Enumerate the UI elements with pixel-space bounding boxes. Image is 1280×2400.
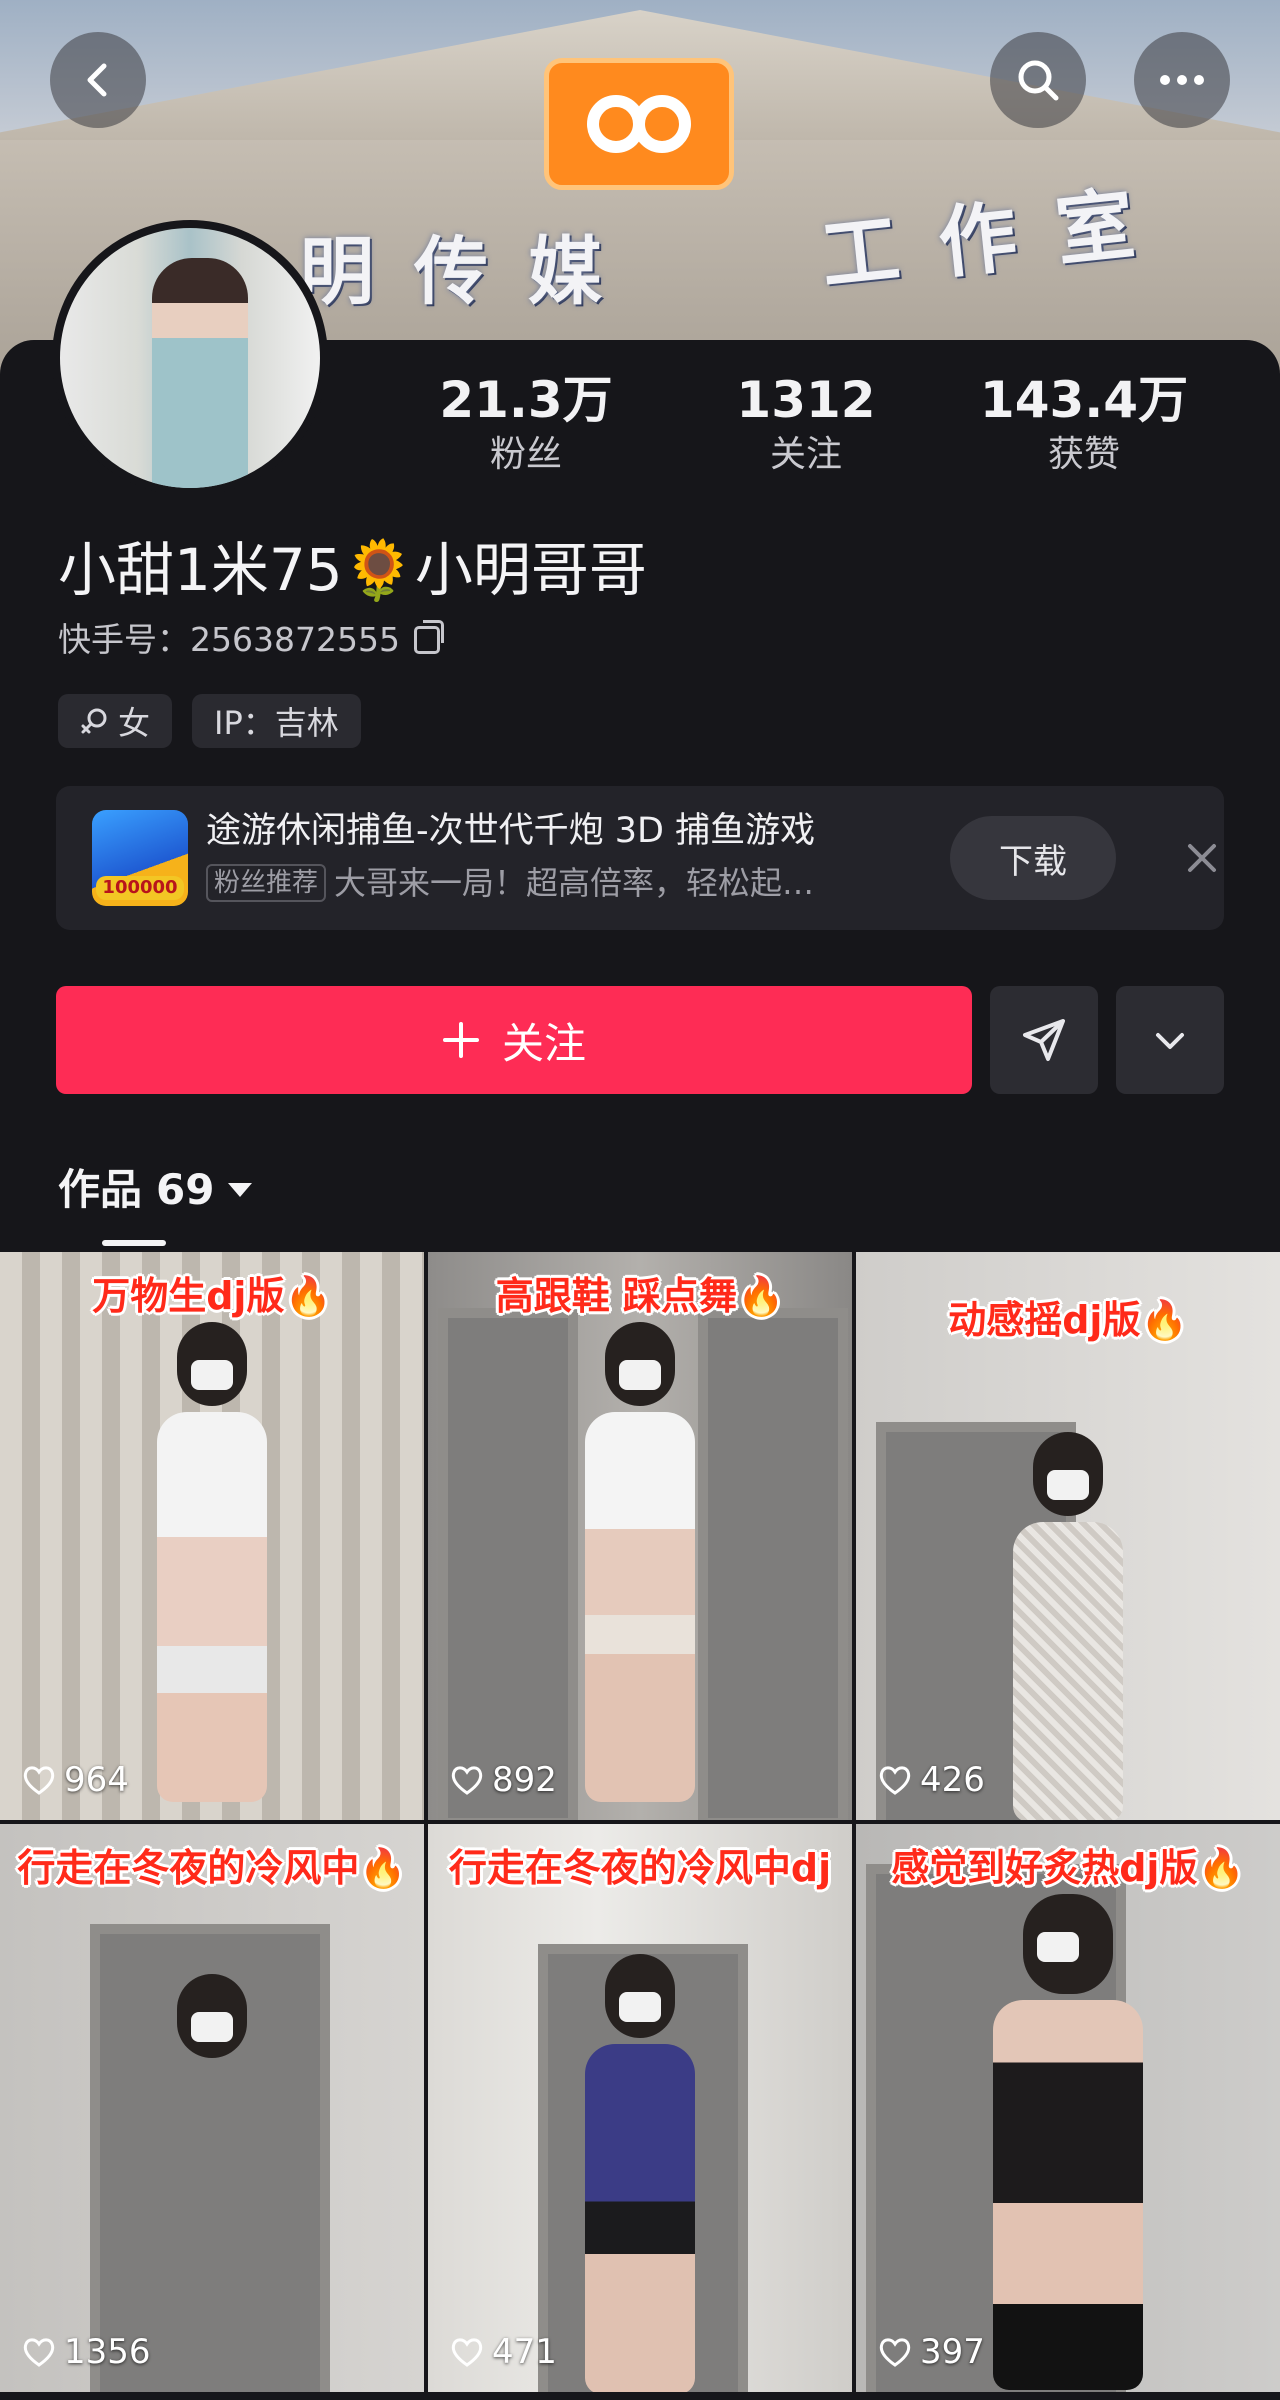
ad-subtitle-row: 粉丝推荐 大哥来一局！超高倍率，轻松起… xyxy=(206,860,814,906)
ad-game-thumbnail: 100000 xyxy=(92,810,188,906)
stat-following-value: 1312 xyxy=(736,371,876,429)
heart-icon xyxy=(879,2338,911,2367)
video-door xyxy=(698,1308,848,1820)
profile-tags: 女 IP：吉林 xyxy=(58,694,361,748)
tab-works-label: 作品 xyxy=(58,1165,143,1214)
avatar[interactable] xyxy=(52,220,328,496)
back-icon xyxy=(87,63,107,97)
kuaishou-id-row: 快手号：2563872555 xyxy=(58,618,444,662)
video-likes-count: 397 xyxy=(920,2332,985,2372)
kuaishou-id: 2563872555 xyxy=(190,620,400,659)
video-door xyxy=(438,1308,578,1820)
more-icon xyxy=(1160,75,1204,85)
gender-tag-text: 女 xyxy=(118,704,151,742)
plus-icon xyxy=(442,1022,479,1058)
ad-subtitle: 大哥来一局！超高倍率，轻松起… xyxy=(334,864,815,902)
video-likes: 964 xyxy=(22,1760,129,1800)
back-button[interactable] xyxy=(50,32,146,128)
video-caption: 高跟鞋 踩点舞🔥 xyxy=(495,1274,785,1318)
video-tile[interactable]: 行走在冬夜的冷风中dj 471 xyxy=(428,1824,852,2392)
stat-likes[interactable]: 143.4万 获赞 xyxy=(974,370,1194,480)
video-likes: 1356 xyxy=(22,2332,151,2372)
video-likes-count: 1356 xyxy=(64,2332,151,2372)
send-icon xyxy=(1023,1019,1065,1061)
follow-button[interactable]: 关注 xyxy=(56,986,972,1094)
video-person xyxy=(152,1974,272,2384)
video-likes: 426 xyxy=(878,1760,985,1800)
kuaishou-id-label: 快手号： xyxy=(58,620,190,659)
video-tile[interactable]: 感觉到好炙热dj版🔥 397 xyxy=(856,1824,1280,2392)
video-person xyxy=(580,1954,700,2392)
ad-title: 途游休闲捕鱼-次世代千炮 3D 捕鱼游戏 xyxy=(206,811,816,851)
message-button[interactable] xyxy=(990,986,1098,1094)
caret-down-icon xyxy=(228,1183,253,1197)
video-tile[interactable]: 动感摇dj版🔥 426 xyxy=(856,1252,1280,1820)
video-caption: 行走在冬夜的冷风中🔥 xyxy=(17,1846,407,1890)
stat-fans-value: 21.3万 xyxy=(439,371,613,429)
heart-icon xyxy=(23,2338,55,2367)
video-person xyxy=(152,1322,272,1802)
copy-icon[interactable] xyxy=(413,620,444,654)
banner-sign-left: 明传媒 xyxy=(300,229,642,315)
search-icon xyxy=(1018,60,1059,101)
heart-icon xyxy=(451,1766,483,1795)
search-button[interactable] xyxy=(990,32,1086,128)
more-button[interactable] xyxy=(1134,32,1230,128)
follow-button-label: 关注 xyxy=(501,1018,586,1068)
profile-nickname: 小甜1米75🌻小明哥哥 xyxy=(58,536,647,604)
stat-likes-label: 获赞 xyxy=(1047,434,1120,475)
video-likes: 471 xyxy=(450,2332,557,2372)
ad-banner[interactable]: 100000 途游休闲捕鱼-次世代千炮 3D 捕鱼游戏 粉丝推荐 大哥来一局！超… xyxy=(56,786,1224,930)
video-person xyxy=(580,1322,700,1802)
ad-thumb-coin-text: 100000 xyxy=(96,876,184,900)
ad-badge: 粉丝推荐 xyxy=(206,864,327,902)
heart-icon xyxy=(23,1766,55,1795)
video-likes: 397 xyxy=(878,2332,985,2372)
video-tile[interactable]: 高跟鞋 踩点舞🔥 892 xyxy=(428,1252,852,1820)
video-likes-count: 426 xyxy=(920,1760,985,1800)
video-likes-count: 471 xyxy=(492,2332,557,2372)
stat-following-label: 关注 xyxy=(769,434,842,475)
video-caption: 感觉到好炙热dj版🔥 xyxy=(891,1846,1245,1890)
chevron-down-icon xyxy=(1156,1033,1184,1049)
tab-works-count: 69 xyxy=(156,1165,215,1214)
tab-active-indicator xyxy=(102,1240,166,1246)
video-likes-count: 964 xyxy=(64,1760,129,1800)
heart-icon xyxy=(451,2338,483,2367)
video-person xyxy=(993,1894,1143,2390)
stat-likes-value: 143.4万 xyxy=(979,371,1189,429)
close-icon[interactable] xyxy=(1186,842,1218,874)
video-grid: 万物生dj版🔥 964 高跟鞋 踩点舞🔥 892 动感摇dj版🔥 426 行走在… xyxy=(0,1252,1280,2400)
video-caption: 行走在冬夜的冷风中dj xyxy=(448,1846,832,1890)
ad-download-button[interactable]: 下载 xyxy=(950,816,1116,900)
video-likes: 892 xyxy=(450,1760,557,1800)
video-caption: 万物生dj版🔥 xyxy=(92,1274,332,1318)
video-tile[interactable]: 行走在冬夜的冷风中🔥 1356 xyxy=(0,1824,424,2392)
heart-icon xyxy=(879,1766,911,1795)
ip-location-text: IP：吉林 xyxy=(214,704,339,742)
video-likes-count: 892 xyxy=(492,1760,557,1800)
video-tile[interactable]: 万物生dj版🔥 964 xyxy=(0,1252,424,1820)
gender-tag: 女 xyxy=(58,694,173,748)
video-caption: 动感摇dj版🔥 xyxy=(948,1298,1188,1342)
stat-following[interactable]: 1312 关注 xyxy=(696,370,916,480)
female-icon xyxy=(81,708,107,734)
kuaishou-logo-sign xyxy=(544,58,734,190)
stat-fans-label: 粉丝 xyxy=(489,434,562,475)
ip-location-tag: IP：吉林 xyxy=(192,694,361,748)
tab-works[interactable]: 作品 69 xyxy=(58,1160,253,1220)
stat-fans[interactable]: 21.3万 粉丝 xyxy=(416,370,636,480)
more-options-button[interactable] xyxy=(1116,986,1224,1094)
video-person xyxy=(1008,1432,1128,1820)
